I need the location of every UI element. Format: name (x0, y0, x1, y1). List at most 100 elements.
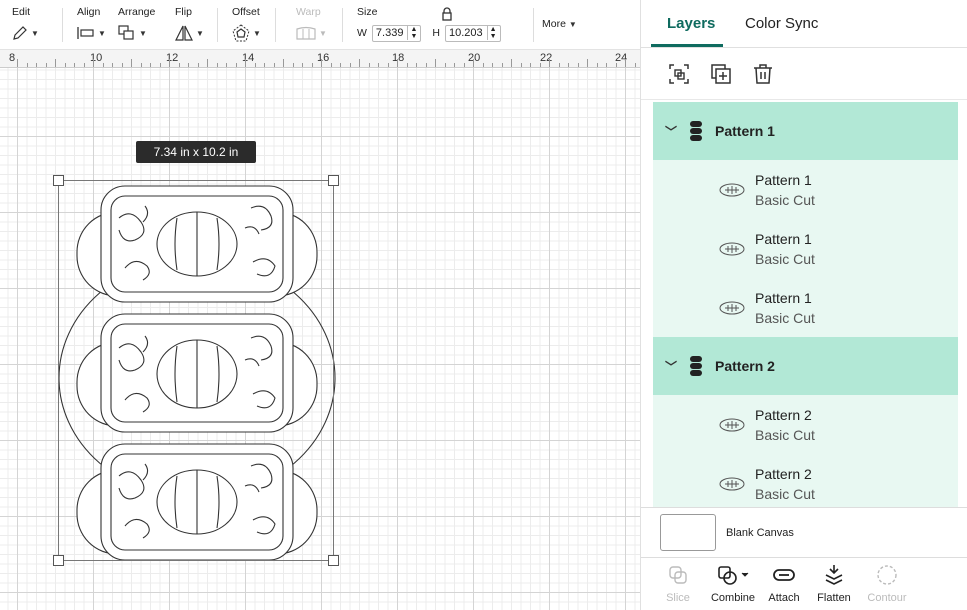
ruler-tick (283, 59, 284, 67)
offset-tool[interactable]: Offset ▼ (232, 6, 261, 42)
slice-button[interactable]: Slice (653, 564, 703, 604)
ruler-label: 14 (242, 52, 255, 64)
toolbar-divider (62, 8, 63, 42)
ruler-tick (55, 59, 56, 67)
layer-item[interactable]: Pattern 1 Basic Cut (653, 278, 958, 337)
ruler-tick (207, 59, 208, 67)
more-menu[interactable]: More ▼ (542, 18, 577, 30)
tab-color-sync[interactable]: Color Sync (745, 15, 818, 32)
ruler-label: 10 (90, 52, 103, 64)
layer-group-name: Pattern 1 (715, 123, 775, 139)
ruler-tick (416, 63, 417, 67)
ruler-tick (378, 63, 379, 67)
canvas-area[interactable]: 8 10 12 14 16 18 20 22 24 7.34 in x 10.2… (0, 50, 640, 610)
trash-icon[interactable] (751, 62, 775, 86)
ruler-tick (397, 59, 398, 67)
layer-group[interactable]: ﹀ Pattern 2 (653, 337, 958, 395)
height-value: 10.203 (448, 27, 483, 39)
combine-label: Combine (710, 592, 756, 604)
layer-thumbnail (719, 418, 745, 431)
align-tool[interactable]: Align ▼ (77, 6, 106, 42)
attach-label: Attach (768, 592, 800, 604)
height-stepper[interactable]: ▲ ▼ (486, 26, 497, 40)
align-label: Align (77, 6, 101, 18)
contour-icon (877, 565, 897, 585)
warp-tool[interactable]: Warp ▼ (296, 6, 327, 42)
ruler-label: 16 (317, 52, 330, 64)
toolbar-divider (275, 8, 276, 42)
ruler-tick (634, 63, 636, 67)
flip-tool[interactable]: Flip ▼ (175, 6, 204, 42)
ruler-tick (558, 63, 560, 67)
layer-operation: Basic Cut (755, 426, 815, 443)
chevron-down-icon[interactable]: ﹀ (665, 123, 677, 140)
ruler-tick (102, 63, 104, 67)
layer-operation: Basic Cut (755, 309, 815, 326)
width-stepper[interactable]: ▲ ▼ (407, 26, 417, 40)
height-input[interactable]: 10.203 ▲ ▼ (444, 24, 501, 42)
arrange-label: Arrange (118, 6, 156, 18)
layer-operation: Basic Cut (755, 485, 815, 502)
resize-handle-top-left[interactable] (53, 175, 64, 186)
group-icon[interactable] (667, 62, 691, 86)
ruler-tick (615, 63, 617, 67)
layer-name: Pattern 2 (755, 406, 812, 423)
ruler-tick (359, 59, 360, 67)
ruler-tick (349, 63, 351, 67)
ruler-tick (482, 63, 484, 67)
layer-item[interactable]: Pattern 1 Basic Cut (653, 160, 958, 219)
flatten-button[interactable]: Flatten (809, 564, 859, 604)
attach-icon (773, 569, 795, 581)
align-left-icon (77, 27, 94, 39)
width-input[interactable]: 7.339 ▲ ▼ (371, 24, 422, 42)
ruler-tick (26, 63, 28, 67)
layer-operation: Basic Cut (755, 250, 815, 267)
edit-tool[interactable]: Edit ▼ (12, 6, 39, 42)
ruler-label: 12 (166, 52, 179, 64)
ruler-tick (406, 63, 408, 67)
ruler-tick (492, 63, 493, 67)
toolbar-divider (217, 8, 218, 42)
layer-actions (641, 48, 967, 100)
slice-label: Slice (666, 592, 690, 604)
canvas-swatch[interactable] (660, 514, 716, 551)
resize-handle-bottom-right[interactable] (328, 555, 339, 566)
contour-button[interactable]: Contour (862, 564, 912, 604)
ruler-tick (112, 63, 113, 67)
blank-canvas-label: Blank Canvas (726, 527, 794, 539)
layers-list: ﹀ Pattern 1 Pattern 1 Basic Cut Pattern 1… (653, 102, 958, 507)
arrange-tool[interactable]: Arrange ▼ (118, 6, 155, 42)
layers-panel: Layers Color Sync ﹀ Pattern 1 Pattern 1 B… (640, 0, 967, 610)
resize-handle-bottom-left[interactable] (53, 555, 64, 566)
chevron-down-icon[interactable]: ﹀ (665, 358, 677, 375)
layer-thumbnail (719, 242, 745, 255)
ruler-tick (368, 63, 370, 67)
slice-icon (669, 566, 687, 584)
ruler-tick (568, 63, 569, 67)
combine-button[interactable]: Combine (703, 564, 763, 604)
ruler-tick (425, 63, 427, 67)
layer-item[interactable]: Pattern 2 Basic Cut (653, 454, 958, 507)
blank-canvas-row[interactable]: Blank Canvas (641, 507, 967, 557)
ruler-tick (302, 63, 303, 67)
ruler-tick (36, 63, 37, 67)
flatten-icon (825, 565, 843, 585)
ruler-tick (245, 59, 246, 67)
chevron-down-icon: ▼ (568, 20, 577, 29)
layer-item[interactable]: Pattern 2 Basic Cut (653, 395, 958, 454)
ruler-tick (292, 63, 294, 67)
duplicate-icon[interactable] (709, 62, 733, 86)
ruler-tick (330, 63, 332, 67)
flip-label: Flip (175, 6, 192, 18)
layer-group[interactable]: ﹀ Pattern 1 (653, 102, 958, 160)
ruler-tick (549, 59, 550, 67)
layer-item[interactable]: Pattern 1 Basic Cut (653, 219, 958, 278)
ruler-tick (254, 63, 256, 67)
ruler-tick (45, 63, 47, 67)
combine-icon (718, 566, 749, 585)
ruler-tick (83, 63, 85, 67)
tab-layers[interactable]: Layers (667, 15, 715, 32)
lock-icon[interactable] (440, 7, 454, 21)
attach-button[interactable]: Attach (759, 564, 809, 604)
resize-handle-top-right[interactable] (328, 175, 339, 186)
